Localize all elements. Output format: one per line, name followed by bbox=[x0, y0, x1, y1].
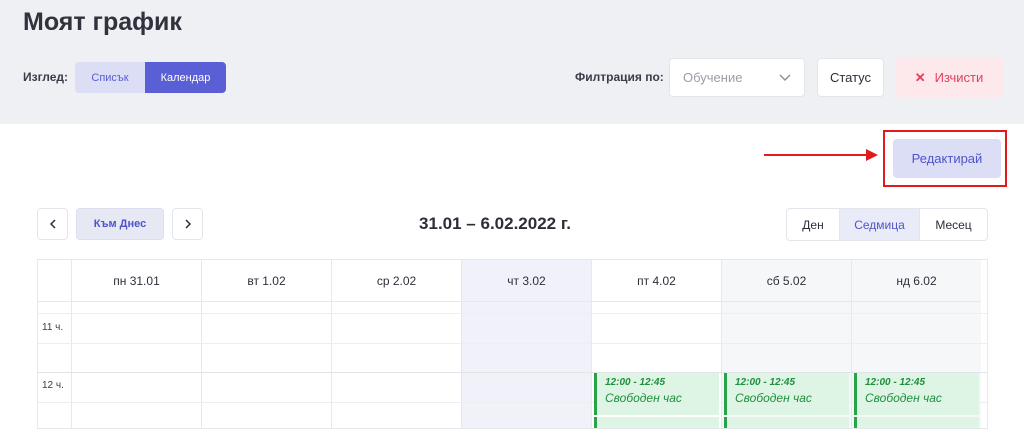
next-week-button[interactable] bbox=[172, 208, 203, 240]
time-label: 12 ч. bbox=[42, 380, 64, 391]
day-header: ср 2.02 bbox=[331, 260, 461, 302]
day-column[interactable] bbox=[71, 302, 201, 428]
time-label: 11 ч. bbox=[42, 322, 64, 333]
close-icon: ✕ bbox=[914, 69, 926, 85]
event-title: Свободен час bbox=[865, 391, 942, 405]
time-slot-line bbox=[38, 343, 987, 344]
day-header: сб 5.02 bbox=[721, 260, 851, 302]
range-toggle: Ден Седмица Месец bbox=[786, 208, 988, 241]
filter-label: Филтрация по: bbox=[575, 70, 664, 84]
clear-button[interactable]: ✕ Изчисти bbox=[895, 58, 1003, 97]
range-day-button[interactable]: Ден bbox=[787, 209, 840, 240]
calendar-event[interactable]: 12:00 - 12:45 Свободен час bbox=[724, 373, 849, 415]
view-toggle: Списък Календар bbox=[75, 62, 226, 93]
filter-select[interactable]: Обучение bbox=[669, 58, 805, 97]
calendar-event[interactable]: 12:00 - 12:45 Свободен час bbox=[594, 373, 719, 415]
event-title: Свободен час bbox=[735, 391, 812, 405]
day-header: пн 31.01 bbox=[71, 260, 201, 302]
calendar-event-next[interactable] bbox=[594, 417, 719, 428]
chevron-right-icon bbox=[184, 219, 191, 229]
day-header: вт 1.02 bbox=[201, 260, 331, 302]
view-calendar-button[interactable]: Календар bbox=[145, 62, 226, 93]
filter-select-value: Обучение bbox=[683, 70, 743, 85]
prev-week-button[interactable] bbox=[37, 208, 68, 240]
view-list-button[interactable]: Списък bbox=[75, 62, 145, 93]
chevron-down-icon bbox=[779, 74, 791, 81]
day-column[interactable] bbox=[201, 302, 331, 428]
edit-button[interactable]: Редактирай bbox=[893, 139, 1001, 178]
grid-corner bbox=[38, 260, 71, 302]
page-title: Моят график bbox=[23, 8, 182, 36]
calendar-event-next[interactable] bbox=[854, 417, 979, 428]
event-time: 12:00 - 12:45 bbox=[865, 377, 926, 388]
day-header: нд 6.02 bbox=[851, 260, 981, 302]
time-slot-line bbox=[38, 313, 987, 314]
today-button[interactable]: Към Днес bbox=[76, 208, 164, 240]
day-header: чт 3.02 bbox=[461, 260, 591, 302]
event-time: 12:00 - 12:45 bbox=[605, 377, 666, 388]
event-title: Свободен час bbox=[605, 391, 682, 405]
day-column[interactable] bbox=[461, 302, 591, 428]
clear-button-label: Изчисти bbox=[934, 70, 984, 85]
status-button[interactable]: Статус bbox=[817, 58, 884, 97]
chevron-left-icon bbox=[49, 219, 56, 229]
calendar-grid: пн 31.01 вт 1.02 ср 2.02 чт 3.02 пт 4.02 сб 5… bbox=[37, 259, 988, 429]
event-time: 12:00 - 12:45 bbox=[735, 377, 796, 388]
day-column[interactable] bbox=[331, 302, 461, 428]
view-label: Изглед: bbox=[23, 70, 69, 84]
calendar-event-next[interactable] bbox=[724, 417, 849, 428]
calendar-event[interactable]: 12:00 - 12:45 Свободен час bbox=[854, 373, 979, 415]
annotation-arrow bbox=[764, 149, 878, 161]
page-header: Моят график Изглед: Списък Календар Филт… bbox=[0, 0, 1024, 124]
range-week-button[interactable]: Седмица bbox=[840, 209, 920, 240]
range-month-button[interactable]: Месец bbox=[920, 209, 987, 240]
date-range-title: 31.01 – 6.02.2022 г. bbox=[419, 214, 571, 233]
day-header: пт 4.02 bbox=[591, 260, 721, 302]
